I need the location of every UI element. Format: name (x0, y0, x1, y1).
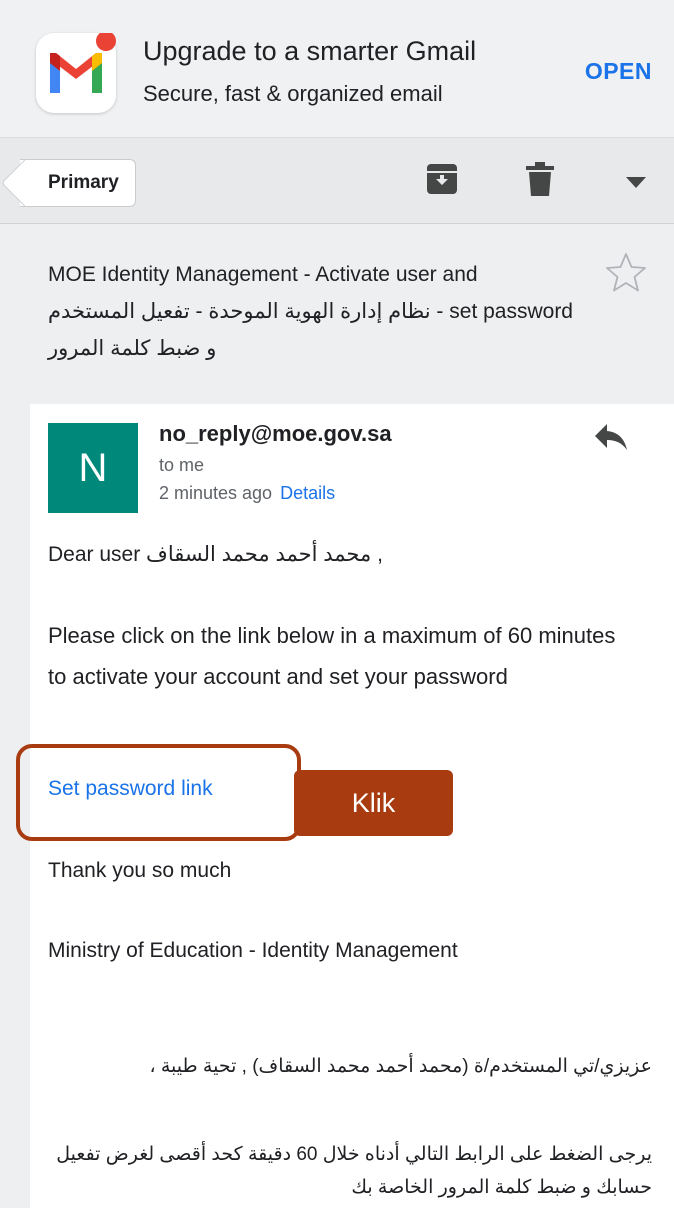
instruction-text: Please click on the link below in a maxi… (48, 623, 616, 689)
email-subject: MOE Identity Management - Activate user … (48, 256, 588, 367)
details-link[interactable]: Details (280, 483, 335, 503)
banner-subtitle: Secure, fast & organized email (143, 81, 443, 106)
subject-line-3: و ضبط كلمة المرور (48, 337, 217, 360)
timestamp: 2 minutes ago (159, 483, 273, 503)
archive-icon[interactable] (425, 162, 459, 201)
upgrade-banner: Upgrade to a smarter Gmail Secure, fast … (0, 0, 674, 137)
gmail-logo-icon[interactable] (36, 33, 116, 113)
arabic-instruction-text: يرجى الضغط على الرابط التالي أدناه خلال … (56, 1144, 652, 1198)
greeting-text: Dear user محمد أحمد محمد السقاف , (48, 543, 383, 566)
arabic-greeting-text: عزيزي/تي المستخدم/ة (محمد أحمد محمد السق… (149, 1056, 652, 1077)
subject-line-1: MOE Identity Management - Activate user … (48, 263, 478, 286)
trash-icon[interactable] (525, 162, 555, 201)
timestamp-row: 2 minutes ago Details (159, 483, 335, 504)
star-icon[interactable] (605, 252, 647, 297)
back-to-primary-button[interactable]: Primary (20, 159, 136, 207)
sender-avatar: N (48, 423, 138, 513)
message-card: N no_reply@moe.gov.sa to me 2 minutes ag… (16, 404, 674, 1208)
primary-label: Primary (48, 172, 119, 193)
klik-annotation: Klik (294, 770, 453, 836)
recipient-label: to me (159, 455, 205, 475)
message-toolbar: Primary (0, 137, 674, 224)
banner-title: Upgrade to a smarter Gmail (143, 36, 477, 66)
thanks-text: Thank you so much (48, 859, 232, 882)
reply-icon[interactable] (593, 422, 629, 457)
open-app-button[interactable]: OPEN (585, 58, 652, 85)
subject-line-2: set password - نظام إدارة الهوية الموحدة… (48, 300, 573, 323)
signature-text: Ministry of Education - Identity Managem… (48, 939, 458, 962)
more-dropdown-icon[interactable] (626, 176, 646, 194)
set-password-link[interactable]: Set password link (48, 777, 213, 801)
sender-address: no_reply@moe.gov.sa (159, 421, 392, 446)
